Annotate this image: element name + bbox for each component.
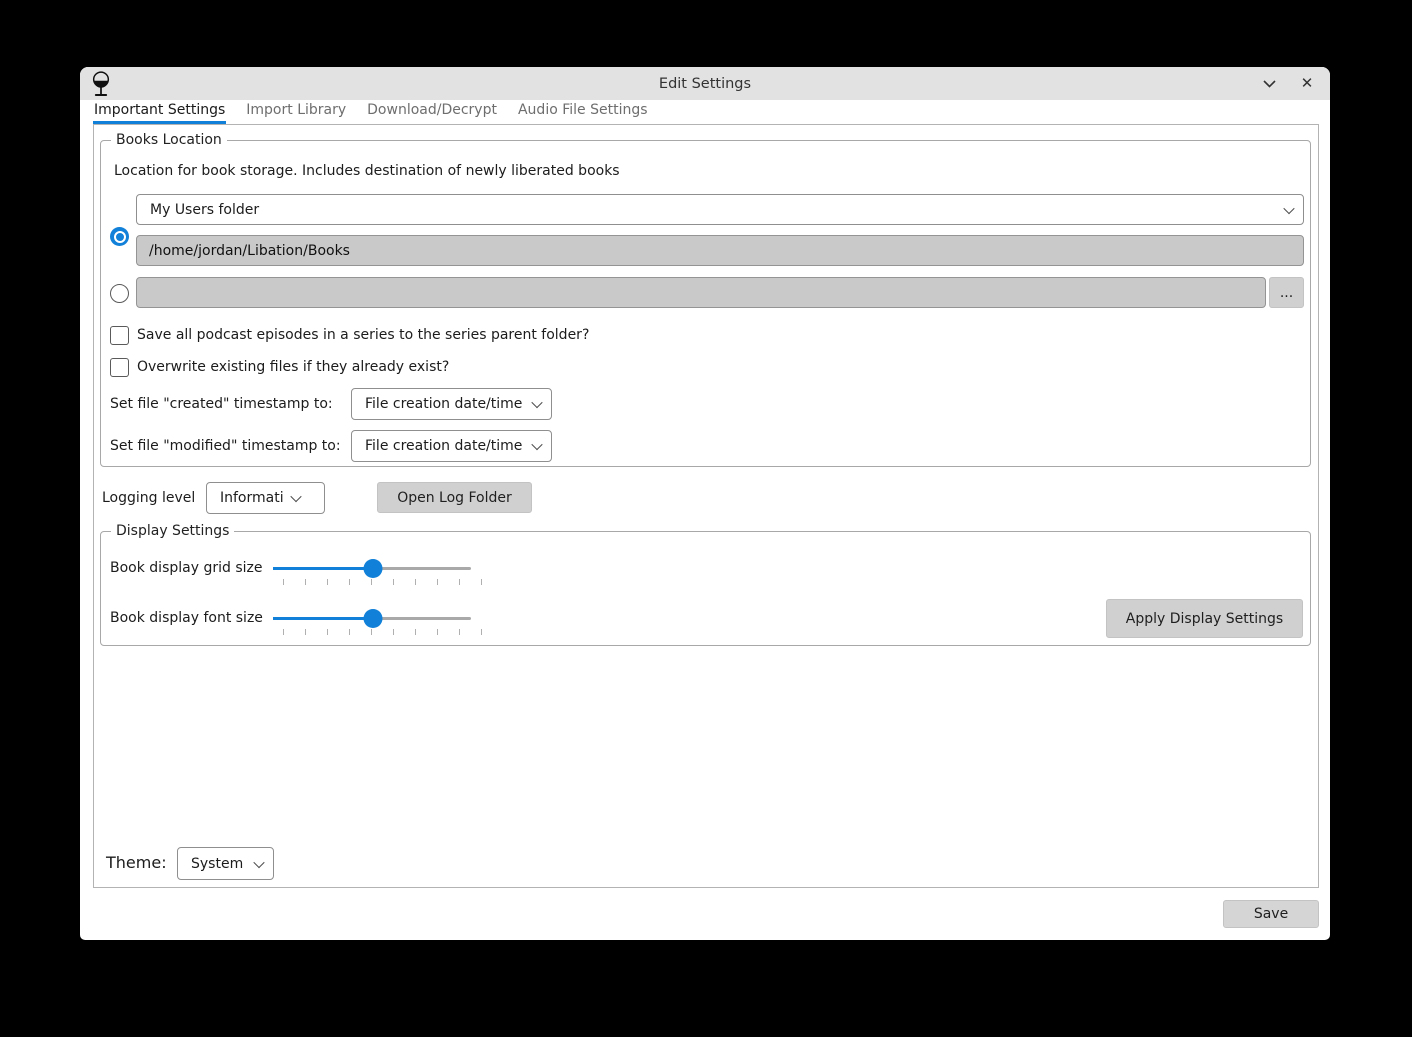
font-size-label: Book display font size	[110, 610, 263, 626]
modified-timestamp-dropdown[interactable]: File creation date/time	[351, 430, 552, 462]
theme-label: Theme:	[106, 853, 167, 872]
books-location-group: Books Location Location for book storage…	[100, 140, 1311, 467]
close-icon[interactable]: ✕	[1298, 75, 1316, 93]
font-size-slider[interactable]	[273, 609, 471, 628]
books-path-field-1[interactable]: /home/jordan/Libation/Books	[136, 235, 1304, 266]
tab-audio-file-settings[interactable]: Audio File Settings	[517, 100, 649, 124]
font-size-ticks	[283, 629, 483, 635]
save-button[interactable]: Save	[1223, 900, 1319, 928]
podcast-series-folder-label: Save all podcast episodes in a series to…	[137, 326, 589, 345]
edit-settings-window: Edit Settings ✕ Important Settings Impor…	[80, 67, 1330, 940]
window-title: Edit Settings	[80, 76, 1330, 92]
created-timestamp-value: File creation date/time	[365, 396, 525, 412]
slider-fill	[273, 567, 373, 570]
tab-import-library[interactable]: Import Library	[245, 100, 347, 124]
theme-value: System	[191, 856, 247, 872]
titlebar: Edit Settings ✕	[80, 67, 1330, 100]
settings-tabbar: Important Settings Import Library Downlo…	[80, 100, 1330, 124]
overwrite-files-checkbox[interactable]	[110, 358, 129, 377]
books-path-radio-1[interactable]	[110, 227, 129, 246]
modified-timestamp-label: Set file "modified" timestamp to:	[110, 438, 341, 454]
books-path-radio-2[interactable]	[110, 284, 129, 303]
logging-level-label: Logging level	[102, 490, 195, 506]
books-path-value-1: /home/jordan/Libation/Books	[149, 243, 350, 259]
slider-fill	[273, 617, 373, 620]
modified-timestamp-value: File creation date/time	[365, 438, 525, 454]
created-timestamp-label: Set file "created" timestamp to:	[110, 396, 333, 412]
slider-thumb[interactable]	[363, 559, 382, 578]
chevron-down-icon	[531, 397, 542, 408]
display-settings-legend: Display Settings	[111, 523, 234, 539]
open-log-folder-button[interactable]: Open Log Folder	[377, 482, 532, 513]
books-location-description: Location for book storage. Includes dest…	[114, 163, 620, 179]
folder-preset-dropdown[interactable]: My Users folder	[136, 194, 1304, 225]
logging-level-value: Information	[220, 490, 284, 506]
grid-size-slider[interactable]	[273, 559, 471, 578]
tab-important-settings[interactable]: Important Settings	[93, 100, 226, 124]
overwrite-files-label: Overwrite existing files if they already…	[137, 358, 449, 377]
chevron-down-icon	[531, 439, 542, 450]
created-timestamp-dropdown[interactable]: File creation date/time	[351, 388, 552, 420]
chevron-down-icon	[1283, 202, 1294, 213]
theme-dropdown[interactable]: System	[177, 847, 274, 880]
chevron-down-icon	[290, 491, 301, 502]
display-settings-group: Display Settings Book display grid size …	[100, 531, 1311, 646]
important-settings-page: Books Location Location for book storage…	[93, 124, 1319, 888]
window-controls: ✕	[1260, 67, 1316, 100]
apply-display-settings-button[interactable]: Apply Display Settings	[1106, 599, 1303, 638]
folder-preset-value: My Users folder	[150, 202, 1277, 218]
books-location-legend: Books Location	[111, 132, 227, 148]
logging-level-dropdown[interactable]: Information	[206, 482, 325, 514]
chevron-down-icon	[253, 856, 264, 867]
grid-size-label: Book display grid size	[110, 560, 262, 576]
podcast-series-folder-checkbox[interactable]	[110, 326, 129, 345]
minimize-icon[interactable]	[1260, 75, 1278, 93]
grid-size-ticks	[283, 579, 483, 585]
slider-thumb[interactable]	[363, 609, 382, 628]
books-path-field-2[interactable]	[136, 277, 1266, 308]
tab-download-decrypt[interactable]: Download/Decrypt	[366, 100, 498, 124]
browse-folder-button[interactable]: ...	[1269, 277, 1304, 308]
